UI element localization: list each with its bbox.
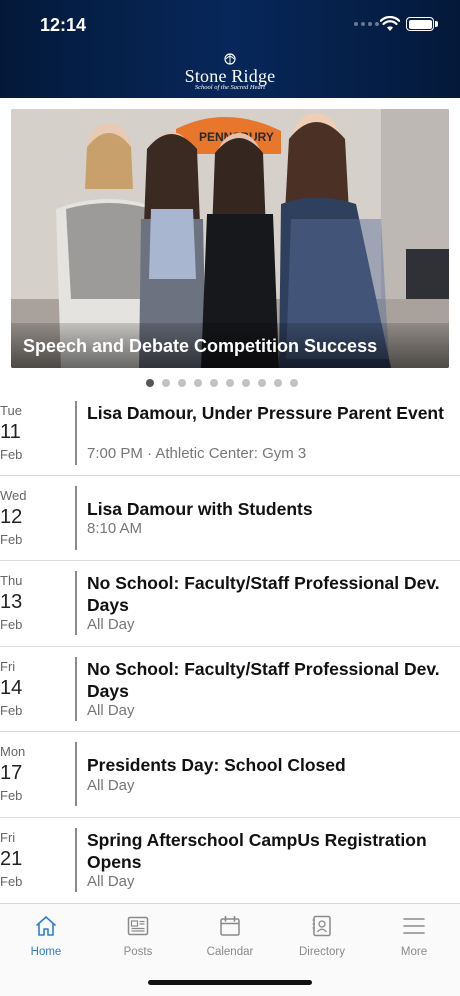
- event-divider: [75, 571, 77, 635]
- event-month: Feb: [0, 447, 23, 462]
- event-subtitle: All Day: [87, 777, 135, 794]
- tab-more[interactable]: More: [368, 910, 460, 962]
- tab-label: Directory: [298, 946, 345, 958]
- pager-dot[interactable]: [178, 379, 186, 387]
- event-list-item[interactable]: Fri 21 Feb Spring Afterschool CampUs Reg…: [0, 818, 460, 903]
- pager-dot[interactable]: [226, 379, 234, 387]
- tab-label: More: [400, 946, 428, 958]
- pager-dot[interactable]: [274, 379, 282, 387]
- tab-directory[interactable]: Directory: [276, 910, 368, 962]
- event-subtitle: 7:00 PM · Athletic Center: Gym 3: [87, 445, 307, 462]
- event-divider: [75, 657, 77, 721]
- event-divider: [75, 828, 77, 892]
- event-title: No School: Faculty/Staff Professional De…: [87, 659, 440, 701]
- carousel-pager[interactable]: [146, 379, 298, 387]
- event-title: Presidents Day: School Closed: [87, 755, 346, 775]
- event-weekday: Thu: [0, 573, 23, 588]
- event-weekday: Fri: [0, 659, 16, 674]
- event-weekday: Tue: [0, 403, 22, 418]
- event-month: Feb: [0, 703, 23, 718]
- event-title: No School: Faculty/Staff Professional De…: [87, 573, 440, 615]
- calendar-icon: [220, 915, 240, 936]
- tab-label: Posts: [123, 946, 153, 958]
- event-month: Feb: [0, 532, 23, 547]
- event-day: 21: [0, 848, 23, 870]
- status-time: 12:14: [40, 15, 87, 35]
- event-subtitle: All Day: [87, 873, 135, 890]
- hero-caption: Speech and Debate Competition Success: [23, 336, 378, 356]
- event-month: Feb: [0, 788, 23, 803]
- event-title: Lisa Damour, Under Pressure Parent Event: [87, 403, 444, 423]
- event-weekday: Mon: [0, 744, 26, 759]
- event-day: 14: [0, 677, 23, 699]
- event-day: 12: [0, 506, 23, 528]
- tab-label: Calendar: [206, 946, 254, 958]
- event-list-item[interactable]: Fri 14 Feb No School: Faculty/Staff Prof…: [0, 647, 460, 732]
- logo-subtitle: School of the Sacred Heart: [194, 84, 266, 91]
- directory-icon: [312, 915, 331, 937]
- tab-posts[interactable]: Posts: [92, 910, 184, 962]
- event-subtitle: All Day: [87, 702, 135, 719]
- pager-dot[interactable]: [242, 379, 250, 387]
- event-day: 11: [0, 421, 21, 443]
- pager-dot[interactable]: [162, 379, 170, 387]
- logo-mark-icon: [224, 53, 236, 65]
- menu-icon: [403, 918, 425, 934]
- event-title: Spring Afterschool CampUs Registration O…: [87, 830, 427, 872]
- home-indicator: [148, 980, 312, 985]
- event-day: 13: [0, 591, 23, 613]
- event-divider: [75, 401, 77, 465]
- pager-dot[interactable]: [210, 379, 218, 387]
- home-icon: [35, 916, 57, 936]
- event-day: 17: [0, 762, 23, 784]
- featured-news-carousel[interactable]: PENNSBURY Speech and Debate Competition …: [11, 109, 449, 368]
- app-header: 12:14 Stone Ridge School of the Sacred H…: [0, 0, 460, 98]
- pager-dot[interactable]: [146, 379, 154, 387]
- event-subtitle: All Day: [87, 616, 135, 633]
- tab-calendar[interactable]: Calendar: [184, 910, 276, 962]
- event-month: Feb: [0, 617, 23, 632]
- posts-icon: [127, 916, 149, 936]
- event-list-item[interactable]: Tue 11 Feb Lisa Damour, Under Pressure P…: [0, 397, 460, 476]
- wifi-icon: [380, 16, 400, 31]
- tab-home[interactable]: Home: [0, 910, 92, 962]
- event-month: Feb: [0, 874, 23, 889]
- event-list-item[interactable]: Wed 12 Feb Lisa Damour with Students 8:1…: [0, 476, 460, 561]
- battery-icon: [406, 17, 438, 31]
- pager-dot[interactable]: [258, 379, 266, 387]
- event-weekday: Fri: [0, 830, 16, 845]
- event-divider: [75, 486, 77, 550]
- event-title: Lisa Damour with Students: [87, 499, 313, 519]
- event-weekday: Wed: [0, 488, 27, 503]
- event-list-item[interactable]: Thu 13 Feb No School: Faculty/Staff Prof…: [0, 561, 460, 647]
- school-logo: Stone Ridge School of the Sacred Heart: [178, 52, 282, 92]
- event-list-item[interactable]: Mon 17 Feb Presidents Day: School Closed…: [0, 732, 460, 818]
- signal-dots-icon: [354, 22, 379, 26]
- tab-label: Home: [30, 946, 62, 958]
- pager-dot[interactable]: [290, 379, 298, 387]
- event-divider: [75, 742, 77, 806]
- pager-dot[interactable]: [194, 379, 202, 387]
- event-subtitle: 8:10 AM: [87, 520, 143, 537]
